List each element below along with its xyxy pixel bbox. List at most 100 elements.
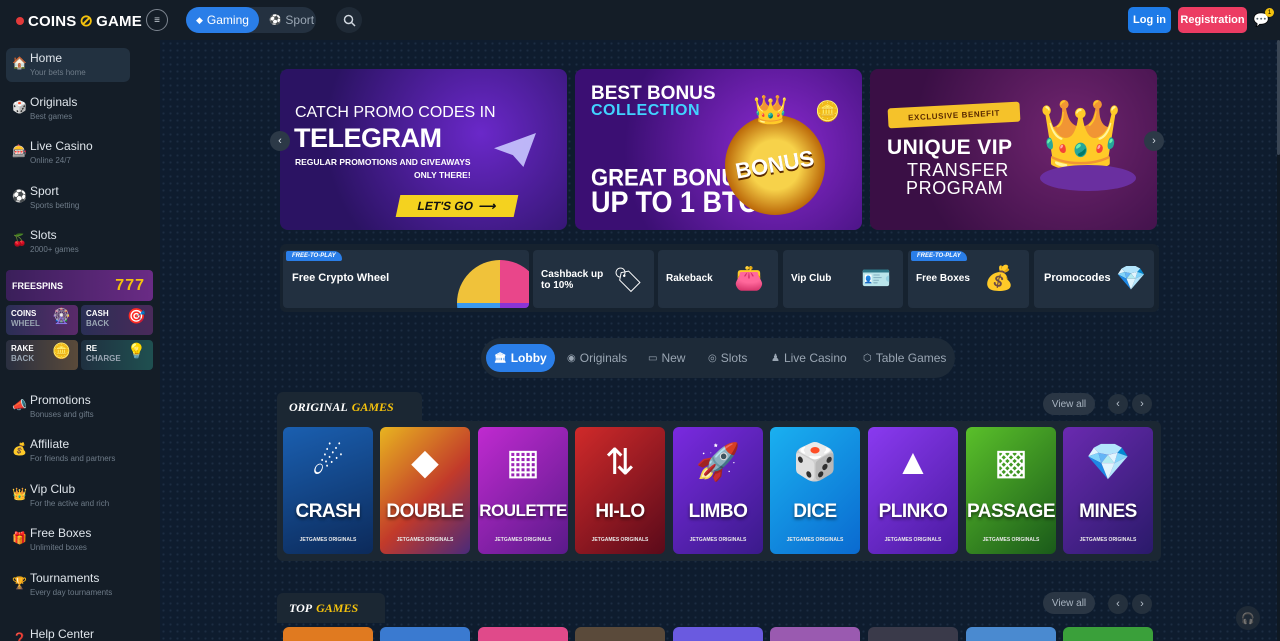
free-to-play-tag: FREE-TO-PLAY bbox=[911, 251, 967, 261]
game-provider: JETGAMES ORIGINALS bbox=[494, 537, 552, 543]
quick-cashback[interactable]: Cashback up to 10% 🏷 bbox=[533, 250, 654, 308]
sidebar-item-label: Free Boxes bbox=[30, 526, 92, 540]
top-game-card[interactable] bbox=[868, 627, 958, 641]
sidebar-item-tournaments[interactable]: 🏆 Tournaments Every day tournaments bbox=[6, 568, 130, 602]
sidebar-item-affiliate[interactable]: 💰 Affiliate For friends and partners bbox=[6, 434, 130, 468]
banner-prev-button[interactable]: ‹ bbox=[270, 131, 290, 151]
coins-wheel-card[interactable]: COINS WHEEL 🎡 bbox=[6, 305, 78, 335]
arrows-icon: ⇅ bbox=[604, 441, 636, 482]
live-casino-icon: ♟ bbox=[771, 352, 780, 364]
logo-text-left: COINS bbox=[28, 12, 77, 30]
top-game-card[interactable] bbox=[673, 627, 763, 641]
sidebar-item-free-boxes[interactable]: 🎁 Free Boxes Unlimited boxes bbox=[6, 523, 130, 557]
quick-label: Free Boxes bbox=[916, 273, 970, 284]
menu-button[interactable]: ≡ bbox=[146, 9, 168, 31]
chat-button[interactable]: 💬 1 bbox=[1253, 8, 1274, 27]
game-card-limbo[interactable]: 🚀 LIMBO JETGAMES ORIGINALS bbox=[673, 427, 763, 554]
game-card-plinko[interactable]: ▲ PLINKO JETGAMES ORIGINALS bbox=[868, 427, 958, 554]
game-title: CRASH bbox=[295, 501, 361, 522]
top-game-card[interactable] bbox=[575, 627, 665, 641]
sidebar-item-sub: Bonuses and gifts bbox=[30, 410, 94, 419]
sidebar-item-help-center[interactable]: ❓ Help Center bbox=[6, 624, 130, 641]
banner-next-button[interactable]: › bbox=[1144, 131, 1164, 151]
lets-go-button[interactable]: LET'S GO ⟶ bbox=[395, 195, 519, 217]
tab-label: Live Casino bbox=[783, 351, 847, 365]
login-button[interactable]: Log in bbox=[1128, 7, 1171, 33]
top-prev-button[interactable]: ‹ bbox=[1108, 594, 1128, 614]
game-provider: JETGAMES ORIGINALS bbox=[1079, 537, 1137, 543]
bonus-medallion-icon: BONUS bbox=[725, 115, 825, 215]
tab-label: Originals bbox=[579, 351, 628, 365]
top-game-card[interactable] bbox=[966, 627, 1056, 641]
game-card-hi-lo[interactable]: ⇅ HI-LO JETGAMES ORIGINALS bbox=[575, 427, 665, 554]
search-button[interactable] bbox=[336, 7, 362, 33]
sidebar: 🏠 Home Your bets home 🎲 Originals Best g… bbox=[0, 40, 160, 641]
sidebar-item-promotions[interactable]: 📣 Promotions Bonuses and gifts bbox=[6, 390, 130, 424]
top-bar: COINS ⊘ GAME ≡ ◆ Gaming ⚽ Sport Log in R… bbox=[0, 0, 1280, 40]
logo[interactable]: COINS ⊘ GAME bbox=[16, 11, 142, 31]
top-view-all-button[interactable]: View all bbox=[1043, 592, 1095, 614]
banner-vip[interactable]: EXCLUSIVE BENEFIT UNIQUE VIP TRANSFER PR… bbox=[870, 69, 1157, 230]
sidebar-item-home[interactable]: 🏠 Home Your bets home bbox=[6, 48, 130, 82]
toggle-sport[interactable]: ⚽ Sport bbox=[259, 7, 324, 33]
freespins-card[interactable]: FREESPINS 777 bbox=[6, 270, 153, 301]
game-title: ROULETTE bbox=[479, 501, 567, 520]
top-game-card[interactable] bbox=[770, 627, 860, 641]
sidebar-item-sub: Sports betting bbox=[30, 201, 80, 210]
free-to-play-tag: FREE-TO-PLAY bbox=[286, 251, 342, 261]
tab-new[interactable]: ▭ New bbox=[648, 344, 685, 372]
bulb-icon: 💡 bbox=[127, 343, 146, 360]
sidebar-item-vip-club[interactable]: 👑 Vip Club For the active and rich bbox=[6, 479, 130, 513]
sidebar-item-slots[interactable]: 🍒 Slots 2000+ games bbox=[6, 225, 130, 259]
quick-vip-club[interactable]: Vip Club 🪪 bbox=[783, 250, 903, 308]
tab-slots[interactable]: ◎ Slots bbox=[708, 344, 747, 372]
cashback-card[interactable]: CASH BACK 🎯 bbox=[81, 305, 153, 335]
banner-line-2: UNIQUE VIP bbox=[887, 136, 1013, 159]
recharge-card[interactable]: RE CHARGE 💡 bbox=[81, 340, 153, 370]
exclusive-ribbon: EXCLUSIVE BENEFIT bbox=[887, 101, 1021, 129]
tab-live-casino[interactable]: ♟ Live Casino bbox=[771, 344, 847, 372]
chevron-right-icon: › bbox=[1152, 135, 1156, 147]
banner-telegram[interactable]: CATCH PROMO CODES IN TELEGRAM REGULAR PR… bbox=[280, 69, 567, 230]
chevron-left-icon: ‹ bbox=[1116, 398, 1120, 410]
rakeback-card[interactable]: RAKE BACK 🪙 bbox=[6, 340, 78, 370]
lets-go-label: LET'S GO bbox=[416, 199, 475, 213]
toggle-gaming[interactable]: ◆ Gaming bbox=[186, 7, 259, 33]
top-game-card[interactable] bbox=[380, 627, 470, 641]
sidebar-item-sport[interactable]: ⚽ Sport Sports betting bbox=[6, 181, 130, 215]
ball-icon: ⚽ bbox=[268, 14, 282, 26]
quick-free-boxes[interactable]: FREE-TO-PLAY Free Boxes 💰 bbox=[908, 250, 1029, 308]
tab-label: New bbox=[661, 351, 686, 365]
support-button[interactable]: 🎧 bbox=[1236, 606, 1260, 630]
logo-text-right: GAME bbox=[96, 12, 142, 30]
game-provider: JETGAMES ORIGINALS bbox=[591, 537, 649, 543]
game-card-mines[interactable]: 💎 MINES JETGAMES ORIGINALS bbox=[1063, 427, 1153, 554]
game-card-dice[interactable]: 🎲 DICE JETGAMES ORIGINALS bbox=[770, 427, 860, 554]
quick-promocodes[interactable]: Promocodes 💎 bbox=[1034, 250, 1154, 308]
originals-icon: ◉ bbox=[567, 352, 576, 364]
game-card-double[interactable]: ◆ DOUBLE JETGAMES ORIGINALS bbox=[380, 427, 470, 554]
originals-next-button[interactable]: › bbox=[1132, 394, 1152, 414]
slots-icon: ◎ bbox=[708, 352, 717, 364]
sidebar-item-sub: 2000+ games bbox=[30, 245, 79, 254]
originals-prev-button[interactable]: ‹ bbox=[1108, 394, 1128, 414]
tab-originals[interactable]: ◉ Originals bbox=[567, 344, 627, 372]
quick-rakeback[interactable]: Rakeback 👛 bbox=[658, 250, 778, 308]
game-card-roulette[interactable]: ▦ ROULETTE JETGAMES ORIGINALS bbox=[478, 427, 568, 554]
sidebar-item-live-casino[interactable]: 🎰 Live Casino Online 24/7 bbox=[6, 136, 130, 170]
sidebar-item-sub: Best games bbox=[30, 112, 73, 121]
top-game-card[interactable] bbox=[478, 627, 568, 641]
tab-lobby[interactable]: 🏛 Lobby bbox=[486, 344, 555, 372]
top-game-card[interactable] bbox=[1063, 627, 1153, 641]
top-next-button[interactable]: › bbox=[1132, 594, 1152, 614]
rocket-icon: ☄ bbox=[311, 441, 345, 482]
quick-free-crypto-wheel[interactable]: FREE-TO-PLAY Free Crypto Wheel bbox=[283, 250, 529, 308]
registration-button[interactable]: Registration bbox=[1178, 7, 1247, 33]
game-card-passage[interactable]: ▩ PASSAGE JETGAMES ORIGINALS bbox=[966, 427, 1056, 554]
game-card-crash[interactable]: ☄ CRASH JETGAMES ORIGINALS bbox=[283, 427, 373, 554]
sidebar-item-originals[interactable]: 🎲 Originals Best games bbox=[6, 92, 130, 126]
top-game-card[interactable] bbox=[283, 627, 373, 641]
tab-table-games[interactable]: ⬡ Table Games bbox=[863, 344, 946, 372]
originals-view-all-button[interactable]: View all bbox=[1043, 393, 1095, 415]
banner-bonus[interactable]: BEST BONUS COLLECTION GREAT BONUS UP TO … bbox=[575, 69, 862, 230]
